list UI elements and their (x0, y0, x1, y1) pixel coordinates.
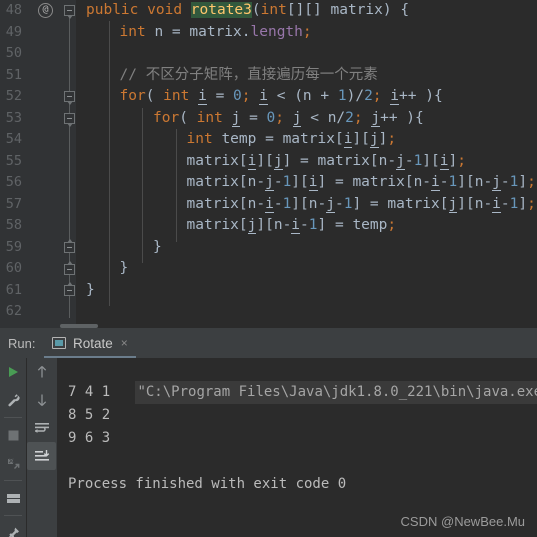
line-number: 51 (5, 66, 22, 83)
console-line: 8 5 2 (68, 407, 111, 423)
stop-square-icon (8, 430, 18, 440)
code-line[interactable] (76, 43, 537, 65)
rerun-button[interactable] (0, 358, 26, 386)
pin-tab-button[interactable] (0, 519, 26, 537)
line-number: 56 (5, 174, 22, 190)
code-line[interactable]: public void rotate3(int[][] matrix) { (76, 0, 537, 22)
console-output[interactable]: "C:\Program Files\Java\jdk1.8.0_221\bin\… (57, 358, 537, 537)
console-line: Process finished with exit code 0 (68, 476, 347, 492)
run-toolbar-right[interactable] (26, 358, 57, 537)
soft-wrap-icon (34, 423, 49, 433)
line-number: 58 (5, 217, 22, 233)
toolbar-separator (4, 417, 22, 418)
code-line[interactable]: matrix[i][j] = matrix[n-j-1][i]; (76, 151, 537, 173)
run-tool-window-header: Run: Rotate × (0, 330, 537, 358)
scroll-to-end-icon (34, 450, 49, 461)
run-tool-window: Run: Rotate × "C:\Program Files\Java\jdk… (0, 330, 537, 537)
fold-marker-method-end[interactable] (64, 282, 75, 296)
console-icon (52, 337, 66, 349)
edit-configurations-button[interactable] (0, 386, 26, 414)
intellij-idea-window: 48 49 50 51 52 53 54 55 56 57 58 59 60 61 62 @ public … (0, 0, 537, 537)
code-line[interactable]: for( int j = 0; j < n/2; j++ ){ (76, 108, 537, 130)
fold-marker-method[interactable] (64, 5, 75, 19)
line-number: 62 (5, 303, 22, 319)
run-label: Run: (8, 336, 36, 351)
code-line[interactable]: matrix[n-j-1][i] = matrix[n-i-1][n-j-1]; (76, 172, 537, 194)
run-toolbar-left[interactable] (0, 358, 26, 537)
soft-wrap-button[interactable] (27, 414, 56, 442)
play-icon (9, 367, 18, 377)
code-line[interactable]: int temp = matrix[i][j]; (76, 129, 537, 151)
pin-icon (7, 527, 19, 537)
fold-marker-inner-for[interactable] (64, 113, 75, 127)
arrow-down-icon (37, 394, 46, 406)
editor-gutter[interactable]: 48 49 50 51 52 53 54 55 56 57 58 59 60 61 62 @ (0, 0, 76, 330)
code-line[interactable]: } (76, 258, 537, 280)
toolbar-separator (4, 515, 22, 516)
rerun-failed-icon (7, 457, 19, 469)
rerun-failed-tests-button[interactable] (0, 449, 26, 477)
printer-icon (6, 493, 20, 503)
code-line[interactable]: matrix[n-i-1][n-j-1] = matrix[j][n-i-1]; (76, 194, 537, 216)
code-line[interactable]: } (76, 280, 537, 302)
fold-marker-inner-for-end[interactable] (64, 239, 75, 253)
up-the-stack-trace-button[interactable] (27, 358, 56, 386)
code-line[interactable]: // 不区分子矩阵，直接遍历每一个元素 (76, 65, 537, 87)
scroll-to-end-button[interactable] (27, 442, 56, 470)
down-the-stack-trace-button[interactable] (27, 386, 56, 414)
line-number: 57 (5, 195, 22, 212)
print-button[interactable] (0, 484, 26, 512)
editor-text-area[interactable]: public void rotate3(int[][] matrix) {int… (76, 0, 537, 330)
code-line[interactable]: matrix[j][n-i-1] = temp; (76, 215, 537, 237)
line-number: 54 (5, 131, 22, 147)
at-icon: @ (38, 3, 53, 18)
line-number: 50 (5, 45, 22, 61)
tab-rotate[interactable]: Rotate × (44, 330, 136, 358)
console-command-line: "C:\Program Files\Java\jdk1.8.0_221\bin\… (57, 358, 537, 404)
code-line[interactable]: for( int i = 0; i < (n + 1)/2; i++ ){ (76, 86, 537, 108)
annotation-marker[interactable]: @ (38, 0, 53, 22)
close-icon[interactable]: × (121, 337, 128, 349)
toolbar-separator (4, 480, 22, 481)
console-line: 9 6 3 (68, 430, 111, 446)
code-line[interactable]: int n = matrix.length; (76, 22, 537, 44)
line-number: 55 (5, 152, 22, 169)
fold-marker-outer-for[interactable] (64, 91, 75, 105)
code-line[interactable] (76, 301, 537, 323)
watermark: CSDN @NewBee.Mu (400, 514, 525, 529)
code-editor[interactable]: 48 49 50 51 52 53 54 55 56 57 58 59 60 61 62 @ public … (0, 0, 537, 330)
arrow-up-icon (37, 366, 46, 378)
tab-label: Rotate (73, 335, 113, 351)
wrench-icon (7, 393, 20, 406)
stop-button[interactable] (0, 421, 26, 449)
line-number: 49 (5, 23, 22, 40)
fold-marker-outer-for-end[interactable] (64, 261, 75, 275)
code-line[interactable]: } (76, 237, 537, 259)
